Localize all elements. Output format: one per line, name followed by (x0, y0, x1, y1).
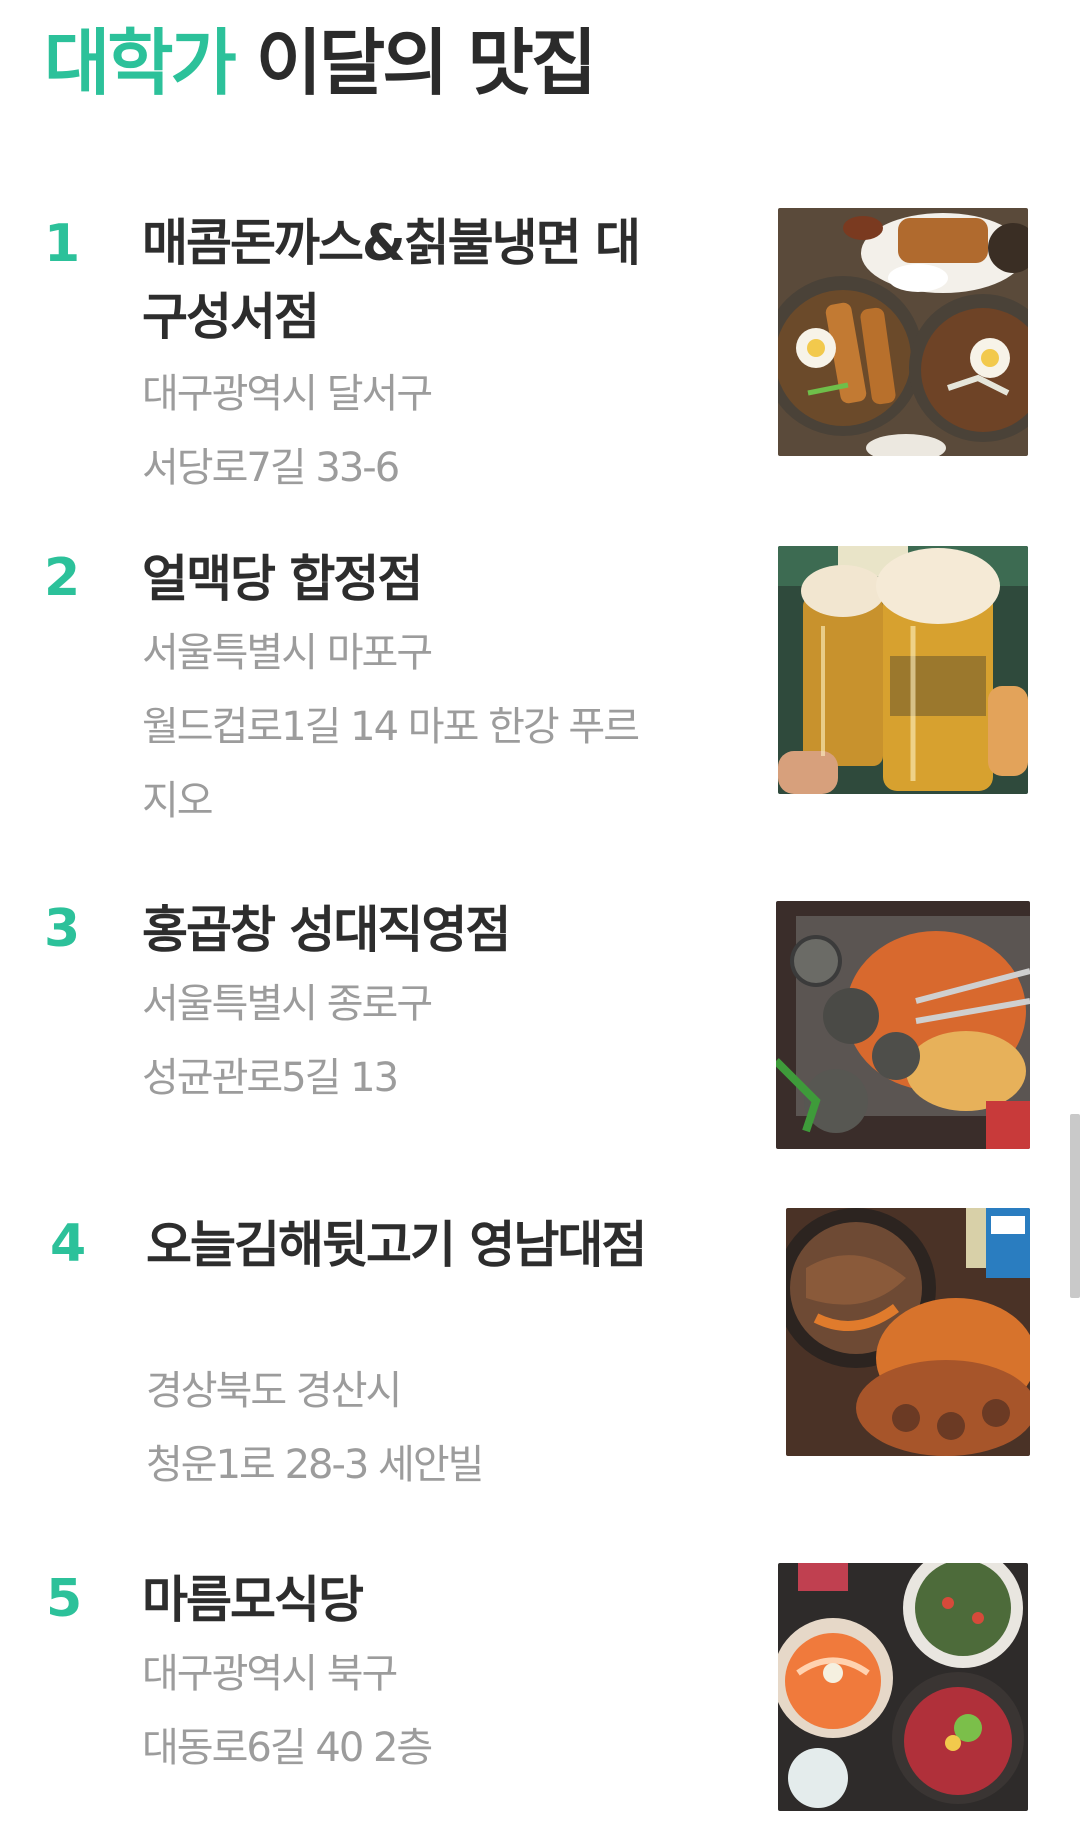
restaurant-name: 홍곱창 성대직영점 (142, 901, 511, 959)
beer-mugs-photo (778, 546, 1028, 794)
page-title-accent: 대학가 (44, 21, 237, 105)
restaurant-name: 마름모식당 (142, 1571, 364, 1629)
rank-number: 5 (46, 1569, 83, 1629)
rank-number: 3 (44, 899, 81, 959)
page-title: 대학가 이달의 맛집 (44, 18, 597, 108)
donkatsu-naengmyeon-photo (778, 208, 1028, 456)
restaurant-address-region: 대구광역시 달서구 (142, 371, 433, 417)
restaurant-photo[interactable] (778, 1563, 1028, 1811)
pork-grill-photo (786, 1208, 1030, 1456)
restaurant-address-street: 청운1로 28-3 세안빌 (146, 1442, 484, 1488)
restaurant-name: 얼맥당 합정점 (142, 550, 423, 608)
restaurant-address-region: 대구광역시 북구 (142, 1651, 398, 1697)
page-title-rest: 이달의 맛집 (233, 21, 597, 105)
restaurant-address-street: 서당로7길 33-6 (142, 445, 400, 491)
restaurant-photo[interactable] (778, 208, 1028, 456)
restaurant-address-region: 경상북도 경산시 (146, 1368, 402, 1414)
restaurant-name: 오늘김해뒷고기 영남대점 (146, 1216, 647, 1274)
restaurant-address-street: 월드컵로1길 14 마포 한강 푸르지오 (142, 704, 640, 824)
restaurant-address-region: 서울특별시 마포구 (142, 630, 433, 676)
rank-number: 4 (50, 1214, 87, 1274)
restaurant-item[interactable]: 3 홍곱창 성대직영점 서울특별시 종로구 성균관로5길 13 (0, 893, 1080, 1153)
rank-number: 2 (44, 548, 81, 608)
restaurant-photo[interactable] (786, 1208, 1030, 1456)
restaurant-item[interactable]: 2 얼맥당 합정점 서울특별시 마포구 월드컵로1길 14 마포 한강 푸르지오 (0, 538, 1080, 838)
restaurant-address-street: 성균관로5길 13 (142, 1055, 399, 1101)
restaurant-photo[interactable] (778, 546, 1028, 794)
salmon-bowl-photo (778, 1563, 1028, 1811)
restaurant-item[interactable]: 4 오늘김해뒷고기 영남대점 경상북도 경산시 청운1로 28-3 세안빌 (0, 1204, 1080, 1504)
restaurant-name: 매콤돈까스&칡불냉면 대구성서점 (142, 214, 641, 346)
scrollbar[interactable] (1070, 1114, 1080, 1298)
restaurant-address-street: 대동로6길 40 2층 (142, 1725, 433, 1771)
gopchang-grill-photo (776, 901, 1030, 1149)
rank-number: 1 (44, 214, 81, 274)
restaurant-item[interactable]: 5 마름모식당 대구광역시 북구 대동로6길 40 2층 (0, 1563, 1080, 1843)
restaurant-item[interactable]: 1 매콤돈까스&칡불냉면 대구성서점 대구광역시 달서구 서당로7길 33-6 (0, 200, 1080, 500)
restaurant-address-region: 서울특별시 종로구 (142, 981, 433, 1027)
restaurant-photo[interactable] (776, 901, 1030, 1149)
